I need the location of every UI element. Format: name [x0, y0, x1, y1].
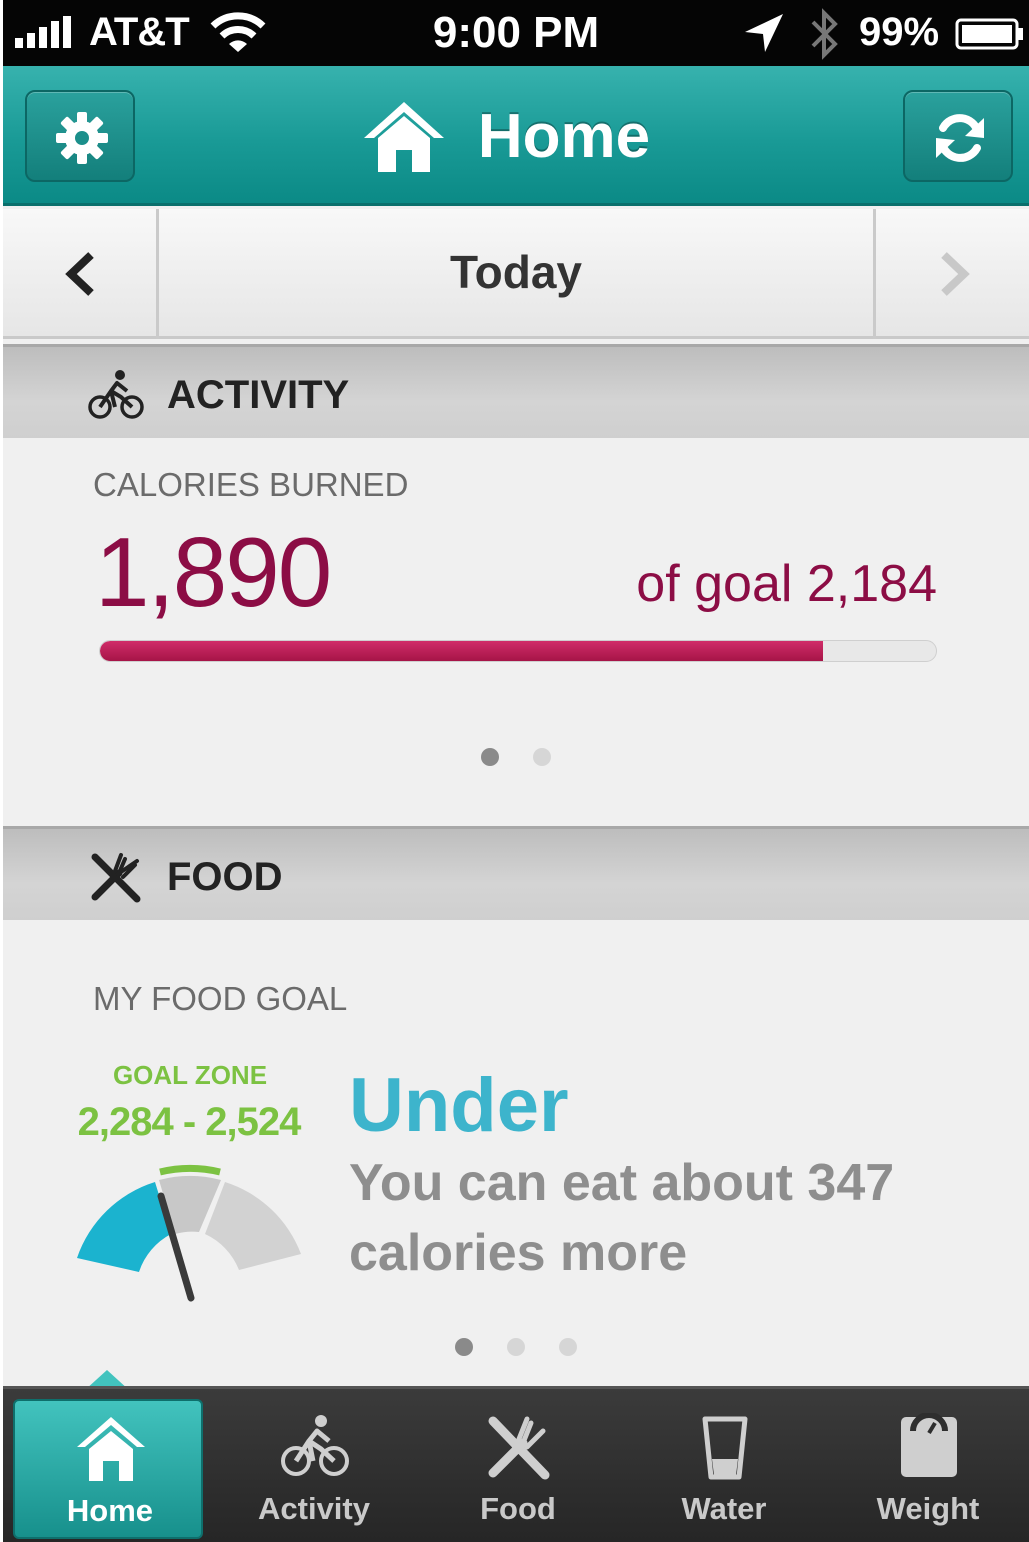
tab-activity[interactable]: Activity [219, 1399, 409, 1539]
next-day-button[interactable] [873, 209, 1029, 339]
food-status-word: Under [349, 1063, 569, 1148]
sync-icon [936, 114, 984, 162]
nav-title: Home [3, 66, 1029, 206]
app-screen: AT&T 9:00 PM 99% Home Today ACTIVITY CAL… [3, 0, 1029, 1542]
battery-percent: 99% [859, 10, 940, 54]
chevron-right-icon [941, 252, 970, 296]
page-dot[interactable] [533, 748, 551, 766]
calories-burned-label: CALORIES BURNED [93, 466, 409, 503]
food-page-indicator[interactable] [3, 1338, 1029, 1356]
activity-section-title: ACTIVITY [167, 373, 350, 417]
tab-bar: Home Activity Food Water Weight [3, 1386, 1029, 1542]
home-icon [363, 102, 444, 172]
page-dot[interactable] [507, 1338, 525, 1356]
page-dot[interactable] [455, 1338, 473, 1356]
food-goal-label: MY FOOD GOAL [93, 980, 348, 1017]
calories-progress-fill [100, 641, 824, 661]
sync-button[interactable] [903, 90, 1013, 182]
tab-water[interactable]: Water [629, 1399, 819, 1539]
calorie-gauge [77, 1165, 301, 1302]
tab-home[interactable]: Home [13, 1399, 203, 1539]
food-section-title: FOOD [167, 855, 283, 899]
calories-burned-value: 1,890 [95, 517, 332, 627]
battery-icon [955, 18, 1023, 50]
goal-zone-range: 2,284 - 2,524 [77, 1100, 302, 1144]
navigation-bar: Home [3, 66, 1029, 206]
tab-weight-label: Weight [876, 1491, 980, 1526]
page-dot[interactable] [559, 1338, 577, 1356]
date-label: Today [449, 246, 583, 298]
scale-icon [901, 1413, 957, 1477]
calories-goal: of goal 2,184 [636, 555, 937, 613]
status-bar: AT&T 9:00 PM 99% [3, 0, 1029, 66]
fork-knife-icon [488, 1416, 550, 1480]
bicycle-icon [88, 370, 144, 419]
food-section-header[interactable]: FOOD [3, 826, 1029, 920]
activity-page-indicator[interactable] [3, 748, 1029, 766]
location-arrow-icon [745, 14, 783, 52]
bicycle-icon [281, 1415, 349, 1476]
chevron-left-icon [65, 252, 94, 296]
food-status-text: You can eat about 347 calories more [349, 1154, 895, 1282]
page-dot[interactable] [481, 748, 499, 766]
previous-day-button[interactable] [3, 209, 159, 339]
activity-section-header[interactable]: ACTIVITY [3, 344, 1029, 438]
bluetooth-icon [811, 8, 838, 60]
tab-weight[interactable]: Weight [833, 1399, 1023, 1539]
fork-knife-icon [91, 853, 141, 903]
home-icon [77, 1417, 145, 1481]
calories-progress-bar [99, 640, 937, 662]
tab-food[interactable]: Food [423, 1399, 613, 1539]
tab-home-label: Home [66, 1493, 154, 1528]
page-title: Home [477, 101, 651, 171]
tab-water-label: Water [681, 1491, 767, 1526]
glass-icon [702, 1416, 748, 1480]
date-navigator: Today [3, 209, 1029, 339]
tab-activity-label: Activity [258, 1491, 370, 1526]
tab-food-label: Food [480, 1491, 556, 1526]
goal-zone-label: GOAL ZONE [112, 1060, 268, 1090]
